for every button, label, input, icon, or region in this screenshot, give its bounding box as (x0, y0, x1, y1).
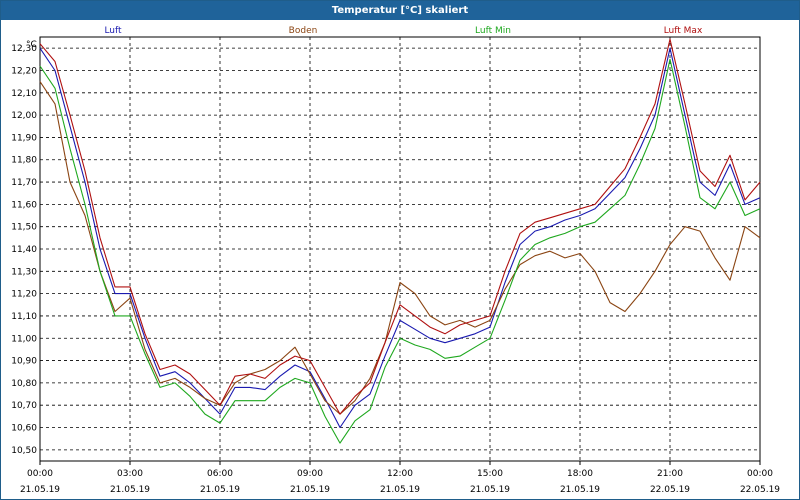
x-tick-date: 21.05.19 (200, 485, 240, 495)
x-tick-date: 21.05.19 (470, 485, 510, 495)
x-tick-time: 12:00 (387, 469, 413, 479)
legend-label: Luft (104, 26, 122, 36)
y-tick-label: 12,00 (11, 111, 37, 121)
y-tick-label: 11,00 (11, 334, 37, 344)
y-tick-label: 12,20 (11, 66, 37, 76)
x-tick-time: 15:00 (477, 469, 503, 479)
temperature-chart: 10,50 10,60 10,70 10,80 10,90 11,00 11,10 11,20… (11, 26, 780, 495)
x-tick-time: 06:00 (207, 469, 233, 479)
x-tick-date: 21.05.19 (20, 485, 60, 495)
x-tick-time: 09:00 (297, 469, 323, 479)
y-tick-label: 10,50 (11, 446, 37, 456)
y-tick-label: 11,90 (11, 133, 37, 143)
y-tick-label: 11,10 (11, 312, 37, 322)
x-tick-date: 22.05.19 (740, 485, 780, 495)
y-tick-label: 12,10 (11, 89, 37, 99)
x-axis-ticks: 00:00 21.05.19 03:00 21.05.19 06:00 21.05.19 0… (20, 461, 780, 495)
x-tick-time: 18:00 (567, 469, 593, 479)
x-tick-time: 21:00 (657, 469, 683, 479)
y-tick-label: 11,70 (11, 178, 37, 188)
x-tick-date: 21.05.19 (110, 485, 150, 495)
y-tick-label: 11,50 (11, 223, 37, 233)
legend-label: Luft Max (664, 26, 703, 36)
x-tick-time: 00:00 (747, 469, 773, 479)
x-tick-date: 21.05.19 (380, 485, 420, 495)
y-tick-label: 11,20 (11, 290, 37, 300)
y-tick-label: 10,70 (11, 401, 37, 411)
y-tick-label: 11,30 (11, 267, 37, 277)
legend-label: Luft Min (475, 26, 511, 36)
x-tick-time: 00:00 (27, 469, 53, 479)
x-tick-time: 03:00 (117, 469, 143, 479)
x-tick-date: 21.05.19 (290, 485, 330, 495)
x-tick-date: 22.05.19 (650, 485, 690, 495)
y-tick-label: 11,60 (11, 200, 37, 210)
legend: Luft Boden Luft Min Luft Max (104, 26, 703, 36)
y-tick-label: 10,60 (11, 424, 37, 434)
x-tick-date: 21.05.19 (560, 485, 600, 495)
y-tick-label: 11,40 (11, 245, 37, 255)
y-axis-ticks: 10,50 10,60 10,70 10,80 10,90 11,00 11,10 11,20… (11, 44, 37, 456)
legend-label: Boden (289, 26, 318, 36)
y-axis-unit: °C (26, 40, 37, 50)
y-tick-label: 11,80 (11, 156, 37, 166)
y-tick-label: 10,90 (11, 357, 37, 367)
y-tick-label: 10,80 (11, 379, 37, 389)
